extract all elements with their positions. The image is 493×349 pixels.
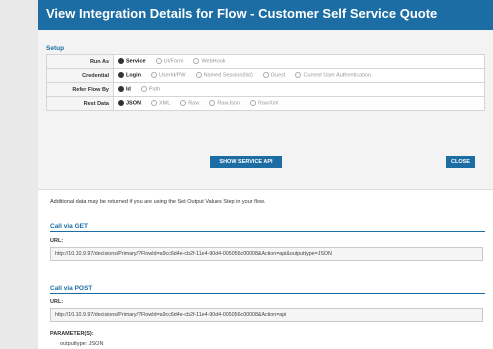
setup-table: Run As Service UI/Form WebHook Credential Log… (46, 54, 485, 111)
radio-option-label: JSON (126, 100, 141, 107)
radio-option[interactable]: Service (118, 57, 146, 65)
radio-option-label: Service (126, 58, 146, 65)
show-service-api-button[interactable]: SHOW SERVICE API (210, 156, 282, 168)
radio-option[interactable]: Path (140, 85, 161, 93)
radio-option[interactable]: XML (150, 99, 171, 107)
radio-option-label: UI/Form (163, 58, 184, 65)
radio-option-label: Raw (188, 100, 200, 107)
setup-row: Refer Flow By Id Path (46, 82, 485, 97)
post-param-item: outputtype: JSON (60, 341, 104, 347)
radio-button-icon[interactable] (118, 85, 124, 92)
radio-button-icon[interactable] (150, 71, 157, 78)
radio-option[interactable]: RawJson (209, 99, 240, 107)
additional-data-note: Additional data may be returned if you a… (50, 199, 266, 205)
radio-option-label: RawXml (257, 100, 279, 107)
radio-option-label: Path (148, 86, 161, 93)
radio-option[interactable]: Id (118, 85, 131, 93)
radio-option[interactable]: RawXml (249, 99, 279, 107)
radio-button-icon[interactable] (195, 71, 202, 78)
radio-button-icon[interactable] (262, 71, 269, 78)
radio-option[interactable]: Guest (262, 71, 286, 79)
radio-button-icon[interactable] (180, 99, 187, 106)
close-button[interactable]: CLOSE (446, 156, 475, 168)
get-url-label: URL: (50, 238, 64, 244)
radio-option-label: WebHook (201, 58, 226, 65)
radio-button-icon[interactable] (118, 57, 124, 64)
radio-option[interactable]: UserId/PW (150, 71, 186, 79)
integration-details-dialog: View Integration Details for Flow - Cust… (38, 0, 493, 349)
radio-option[interactable]: Raw (180, 99, 200, 107)
radio-option-label: XML (158, 100, 171, 107)
setup-row: Rest Data JSON XML Raw RawJson RawXml (46, 96, 485, 111)
radio-button-icon[interactable] (209, 99, 216, 106)
radio-button-icon[interactable] (193, 57, 200, 64)
radio-option-label: Login (126, 72, 141, 79)
radio-option[interactable]: WebHook (193, 57, 226, 65)
setup-section-label: Setup (46, 45, 65, 52)
radio-option-label: Named Session(list) (203, 72, 253, 79)
radio-button-icon[interactable] (118, 99, 124, 106)
setup-row-options: JSON XML Raw RawJson RawXml (113, 96, 485, 111)
setup-row-label: Credential (46, 68, 114, 83)
setup-row: Credential Login UserId/PW Named Session(li… (46, 68, 485, 83)
radio-option[interactable]: Named Session(list) (195, 71, 253, 79)
radio-option[interactable]: Login (118, 71, 141, 79)
get-url-field[interactable]: http://10.10.9.97/decisions/Primary/?Flo… (50, 247, 483, 261)
radio-option-label: Id (126, 86, 131, 93)
setup-row-label: Refer Flow By (46, 82, 114, 97)
radio-option-label: RawJson (217, 100, 240, 107)
radio-option-label: Current User Authentication (303, 72, 372, 79)
radio-button-icon[interactable] (140, 85, 147, 92)
radio-option-label: Guest (270, 72, 286, 79)
radio-button-icon[interactable] (249, 99, 256, 106)
radio-button-icon[interactable] (295, 71, 302, 78)
setup-row-options: Id Path (113, 82, 485, 97)
setup-row: Run As Service UI/Form WebHook (46, 54, 485, 69)
post-url-label: URL: (50, 299, 64, 305)
radio-button-icon[interactable] (155, 57, 162, 64)
radio-option[interactable]: JSON (118, 99, 141, 107)
radio-option-label: UserId/PW (158, 72, 186, 79)
radio-button-icon[interactable] (150, 99, 157, 106)
setup-row-label: Run As (46, 54, 114, 69)
dialog-title: View Integration Details for Flow - Cust… (38, 0, 493, 30)
post-heading: Call via POST (50, 285, 485, 294)
setup-row-options: Service UI/Form WebHook (113, 54, 485, 69)
setup-row-label: Rest Data (46, 96, 114, 111)
setup-row-options: Login UserId/PW Named Session(list) Guest Cu… (113, 68, 485, 83)
radio-option[interactable]: UI/Form (155, 57, 184, 65)
radio-option[interactable]: Current User Authentication (295, 71, 372, 79)
post-url-field[interactable]: http://10.10.9.97/decisions/Primary/?Flo… (50, 308, 483, 322)
post-params-label: PARAMETER(S): (50, 331, 94, 337)
get-heading: Call via GET (50, 223, 485, 232)
radio-button-icon[interactable] (118, 71, 124, 78)
